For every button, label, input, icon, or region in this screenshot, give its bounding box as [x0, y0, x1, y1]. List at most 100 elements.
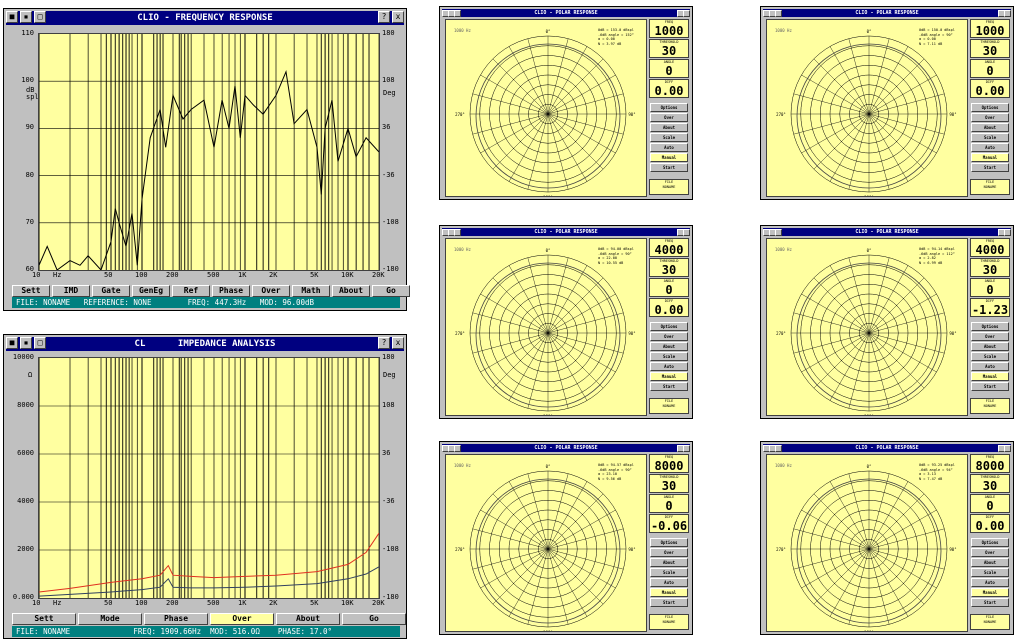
help-icon[interactable]: ? — [378, 11, 390, 23]
close-icon[interactable] — [1004, 445, 1011, 452]
polar-button-start[interactable]: Start — [650, 163, 688, 172]
polar-button-options[interactable]: Options — [650, 322, 688, 331]
toolbar-button-about[interactable]: About — [276, 613, 340, 625]
toolbar-button-ref[interactable]: Ref — [172, 285, 210, 297]
polar-button-scale[interactable]: Scale — [971, 133, 1009, 142]
close-icon[interactable] — [683, 445, 690, 452]
polar-button-scale[interactable]: Scale — [971, 352, 1009, 361]
close-icon[interactable] — [683, 10, 690, 17]
polar-value-diff[interactable]: DIFF 0.00 — [970, 514, 1010, 533]
polar-button-manual[interactable]: Manual — [971, 153, 1009, 162]
maximize-icon[interactable] — [454, 445, 461, 452]
polar-plot-area[interactable]: 0° 90° 180° 270° 1000 Hz 0dB = 153.0 dBspl -6… — [445, 19, 647, 200]
polar-button-over[interactable]: Over — [971, 332, 1009, 341]
toolbar-button-math[interactable]: Math — [292, 285, 330, 297]
polar-button-about[interactable]: About — [971, 558, 1009, 567]
polar-value-threshold[interactable]: THRESHOLD 30 — [970, 474, 1010, 493]
toolbar-button-sett[interactable]: Sett — [12, 613, 76, 625]
polar-value-diff[interactable]: DIFF 0.00 — [649, 79, 689, 98]
polar-button-manual[interactable]: Manual — [650, 153, 688, 162]
toolbar-button-go[interactable]: Go — [372, 285, 410, 297]
polar-button-options[interactable]: Options — [650, 538, 688, 547]
polar-value-freq[interactable]: FREQ 1000 — [649, 19, 689, 38]
polar-value-threshold[interactable]: THRESHOLD 30 — [649, 258, 689, 277]
toolbar-button-imd[interactable]: IMD — [52, 285, 90, 297]
maximize-icon[interactable] — [775, 10, 782, 17]
polar-button-about[interactable]: About — [650, 558, 688, 567]
polar-button-auto[interactable]: Auto — [971, 362, 1009, 371]
close-icon[interactable] — [1004, 229, 1011, 236]
freq-plot-area[interactable] — [38, 33, 380, 271]
polar-button-over[interactable]: Over — [650, 548, 688, 557]
close-icon[interactable]: x — [392, 337, 404, 349]
imp-plot-area[interactable] — [38, 357, 380, 599]
polar-button-auto[interactable]: Auto — [971, 143, 1009, 152]
polar-button-scale[interactable]: Scale — [650, 568, 688, 577]
polar-button-options[interactable]: Options — [971, 103, 1009, 112]
toolbar-button-about[interactable]: About — [332, 285, 370, 297]
maximize-icon[interactable]: □ — [34, 11, 46, 23]
polar-value-threshold[interactable]: THRESHOLD 30 — [970, 39, 1010, 58]
polar-button-manual[interactable]: Manual — [650, 372, 688, 381]
maximize-icon[interactable] — [454, 229, 461, 236]
polar-value-angle[interactable]: ANGLE 0 — [649, 59, 689, 78]
polar-value-angle[interactable]: ANGLE 0 — [970, 494, 1010, 513]
polar-value-diff[interactable]: DIFF 0.00 — [649, 298, 689, 317]
maximize-icon[interactable] — [454, 10, 461, 17]
close-icon[interactable] — [683, 229, 690, 236]
polar-button-over[interactable]: Over — [650, 332, 688, 341]
system-menu-icon[interactable]: ■ — [6, 337, 18, 349]
polar-button-auto[interactable]: Auto — [650, 143, 688, 152]
polar-button-about[interactable]: About — [650, 342, 688, 351]
close-icon[interactable] — [1004, 10, 1011, 17]
toolbar-button-over[interactable]: Over — [252, 285, 290, 297]
polar-plot-area[interactable]: 0° 90° 180° 270° 1000 Hz 0dB = 150.0 dBspl -6… — [766, 19, 968, 200]
polar-button-auto[interactable]: Auto — [650, 578, 688, 587]
polar-button-auto[interactable]: Auto — [971, 578, 1009, 587]
polar-value-threshold[interactable]: THRESHOLD 30 — [970, 258, 1010, 277]
polar-value-freq[interactable]: FREQ 4000 — [649, 238, 689, 257]
polar-value-angle[interactable]: ANGLE 0 — [649, 494, 689, 513]
toolbar-button-phase[interactable]: Phase — [212, 285, 250, 297]
maximize-icon[interactable]: □ — [34, 337, 46, 349]
polar-button-over[interactable]: Over — [650, 113, 688, 122]
polar-button-manual[interactable]: Manual — [971, 588, 1009, 597]
maximize-icon[interactable] — [775, 229, 782, 236]
toolbar-button-over[interactable]: Over — [210, 613, 274, 625]
maximize-icon[interactable] — [775, 445, 782, 452]
toolbar-button-sett[interactable]: Sett — [12, 285, 50, 297]
polar-value-diff[interactable]: DIFF -1.23 — [970, 298, 1010, 317]
polar-button-about[interactable]: About — [971, 123, 1009, 132]
minimize-icon[interactable]: ▪ — [20, 337, 32, 349]
polar-button-scale[interactable]: Scale — [971, 568, 1009, 577]
system-menu-icon[interactable]: ■ — [6, 11, 18, 23]
toolbar-button-geneg[interactable]: GenEg — [132, 285, 170, 297]
polar-value-freq[interactable]: FREQ 8000 — [970, 454, 1010, 473]
polar-button-options[interactable]: Options — [650, 103, 688, 112]
polar-value-freq[interactable]: FREQ 4000 — [970, 238, 1010, 257]
polar-button-options[interactable]: Options — [971, 322, 1009, 331]
close-icon[interactable]: x — [392, 11, 404, 23]
polar-plot-area[interactable]: 0° 90° 180° 270° 1000 Hz 0dB = 94.14 dBspl -6… — [766, 238, 968, 419]
polar-button-start[interactable]: Start — [971, 598, 1009, 607]
polar-button-start[interactable]: Start — [971, 382, 1009, 391]
toolbar-button-gate[interactable]: Gate — [92, 285, 130, 297]
polar-button-start[interactable]: Start — [650, 382, 688, 391]
polar-button-start[interactable]: Start — [971, 163, 1009, 172]
toolbar-button-go[interactable]: Go — [342, 613, 406, 625]
polar-value-threshold[interactable]: THRESHOLD 30 — [649, 474, 689, 493]
polar-value-angle[interactable]: ANGLE 0 — [970, 278, 1010, 297]
polar-button-scale[interactable]: Scale — [650, 133, 688, 142]
toolbar-button-phase[interactable]: Phase — [144, 613, 208, 625]
polar-plot-area[interactable]: 0° 90° 180° 270° 1000 Hz 0dB = 93.25 dBspl -6… — [766, 454, 968, 635]
polar-button-over[interactable]: Over — [971, 548, 1009, 557]
polar-value-angle[interactable]: ANGLE 0 — [970, 59, 1010, 78]
polar-button-about[interactable]: About — [971, 342, 1009, 351]
polar-value-freq[interactable]: FREQ 8000 — [649, 454, 689, 473]
toolbar-button-mode[interactable]: Mode — [78, 613, 142, 625]
polar-button-start[interactable]: Start — [650, 598, 688, 607]
polar-button-over[interactable]: Over — [971, 113, 1009, 122]
polar-button-options[interactable]: Options — [971, 538, 1009, 547]
polar-value-threshold[interactable]: THRESHOLD 30 — [649, 39, 689, 58]
polar-button-manual[interactable]: Manual — [971, 372, 1009, 381]
